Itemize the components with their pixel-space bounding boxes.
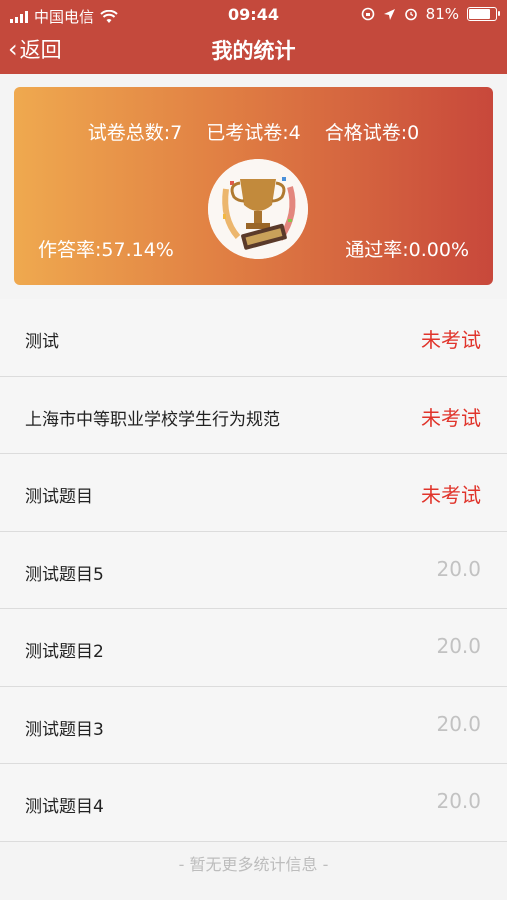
exam-score: 20.0 <box>436 711 481 736</box>
page-title: 我的统计 <box>211 39 296 63</box>
list-item[interactable]: 测试题目 未考试 <box>0 454 507 532</box>
exam-score: 20.0 <box>436 789 481 813</box>
list-item[interactable]: 测试题目4 20.0 <box>0 764 507 842</box>
location-icon <box>383 8 395 20</box>
pass-rate: 通过率:0.00% <box>345 239 469 261</box>
battery-level <box>469 9 491 19</box>
list-item[interactable]: 测试 未考试 <box>0 299 507 377</box>
exam-status: 未考试 <box>421 483 481 507</box>
status-bar: 中国电信 09:44 81% <box>0 0 507 30</box>
taken-papers: 已考试卷:4 <box>206 122 301 144</box>
exam-name: 测试 <box>25 332 59 352</box>
list-item[interactable]: 测试题目5 20.0 <box>0 531 507 609</box>
rotation-lock-icon <box>361 7 374 21</box>
exam-status: 未考试 <box>421 328 481 352</box>
exam-score: 20.0 <box>436 556 481 581</box>
exam-status: 未考试 <box>421 405 481 430</box>
header-bar: 中国电信 09:44 81% ‹ 返回 我的统计 <box>0 0 507 74</box>
exam-name: 上海市中等职业学校学生行为规范 <box>25 409 280 430</box>
summary-stats: 试卷总数:7 已考试卷:4 合格试卷:0 <box>14 118 493 145</box>
alarm-icon <box>404 8 417 21</box>
list-item[interactable]: 测试题目2 20.0 <box>0 609 507 687</box>
nav-bar: ‹ 返回 我的统计 <box>0 30 507 74</box>
exam-score: 20.0 <box>436 634 481 658</box>
exam-name: 测试题目5 <box>25 564 104 585</box>
exam-list: 测试 未考试 上海市中等职业学校学生行为规范 未考试 测试题目 未考试 测试题目… <box>0 299 507 842</box>
exam-name: 测试题目 <box>25 487 93 507</box>
exam-name: 测试题目3 <box>25 719 104 740</box>
summary-card: 试卷总数:7 已考试卷:4 合格试卷:0 作答率:57.14% 通过率:0.00… <box>14 87 493 285</box>
status-right: 81% <box>361 5 500 23</box>
trophy-icon <box>208 159 308 259</box>
battery-percent: 81% <box>425 5 459 23</box>
battery-icon <box>467 7 500 21</box>
passed-papers: 合格试卷:0 <box>324 122 420 144</box>
list-item[interactable]: 测试题目3 20.0 <box>0 686 507 764</box>
list-footer: - 暂无更多统计信息 - <box>178 855 329 874</box>
exam-name: 测试题目2 <box>25 642 104 662</box>
answer-rate: 作答率:57.14% <box>38 239 174 261</box>
exam-name: 测试题目4 <box>25 797 104 817</box>
list-item[interactable]: 上海市中等职业学校学生行为规范 未考试 <box>0 376 507 454</box>
total-papers: 试卷总数:7 <box>87 122 183 144</box>
